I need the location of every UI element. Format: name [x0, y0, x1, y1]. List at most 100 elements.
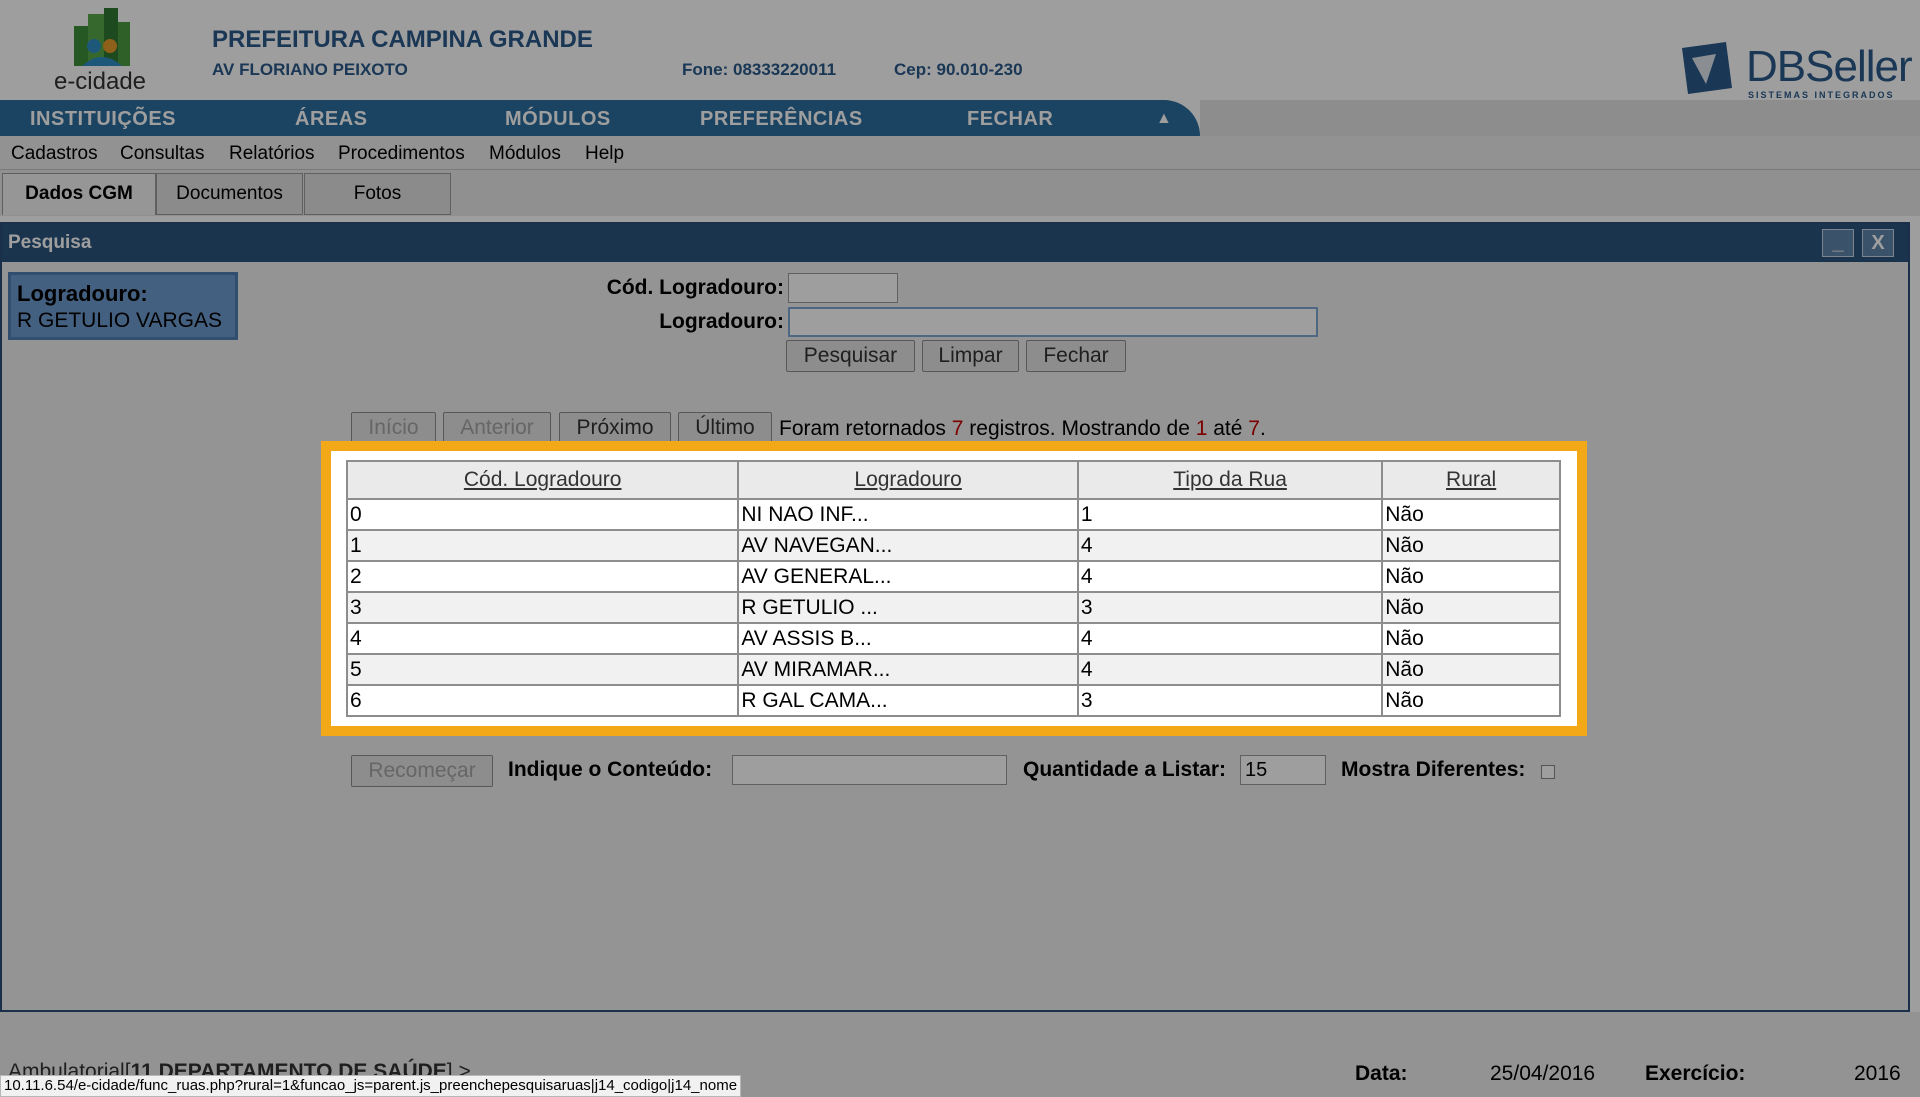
status-to: 7 — [1248, 417, 1260, 440]
column-header-cod-logradouro[interactable]: Cód. Logradouro — [345, 460, 740, 500]
quantidade-listar-label: Quantidade a Listar: — [1023, 758, 1227, 781]
menu-modulos[interactable]: Módulos — [489, 143, 561, 165]
organization-name: PREFEITURA CAMPINA GRANDE — [212, 26, 593, 53]
limpar-button[interactable]: Limpar — [922, 340, 1019, 372]
ultimo-button[interactable]: Último — [678, 412, 772, 444]
fechar-button[interactable]: Fechar — [1026, 340, 1126, 372]
main-nav: INSTITUIÇÕES ÁREAS MÓDULOS PREFERÊNCIAS … — [0, 100, 1200, 136]
tab-dados-cgm[interactable]: Dados CGM — [2, 173, 156, 215]
menu-help[interactable]: Help — [585, 143, 624, 165]
indique-conteudo-label: Indique o Conteúdo: — [508, 758, 713, 781]
logradouro-input[interactable] — [788, 307, 1318, 337]
exercicio-value: 2016 — [1854, 1062, 1901, 1085]
table-row[interactable]: 6 R GAL CAMA... 3 Não — [345, 684, 1561, 717]
menu-cadastros[interactable]: Cadastros — [11, 143, 98, 165]
cell-rural[interactable]: Não — [1381, 622, 1561, 655]
cell-cod[interactable]: 5 — [345, 653, 740, 686]
table-row[interactable]: 1 AV NAVEGAN... 4 Não — [345, 529, 1561, 562]
cell-tipo[interactable]: 3 — [1076, 684, 1384, 717]
menu-bar: Cadastros Consultas Relatórios Procedime… — [0, 136, 1920, 170]
quantidade-listar-input[interactable] — [1240, 755, 1326, 785]
exercicio-label: Exercício: — [1645, 1062, 1746, 1085]
cell-logradouro[interactable]: R GETULIO ... — [737, 591, 1079, 624]
cell-cod[interactable]: 2 — [345, 560, 740, 593]
ecidade-logo: e-cidade — [40, 8, 160, 95]
results-table: Cód. Logradouro Logradouro Tipo da Rua R… — [345, 460, 1561, 717]
recomecar-button[interactable]: Recomeçar — [351, 755, 493, 787]
window-title: Pesquisa — [8, 232, 92, 253]
anterior-button[interactable]: Anterior — [443, 412, 551, 444]
cell-rural[interactable]: Não — [1381, 684, 1561, 717]
pesquisar-button[interactable]: Pesquisar — [786, 340, 915, 372]
inicio-button[interactable]: Início — [351, 412, 436, 444]
cell-tipo[interactable]: 4 — [1076, 653, 1384, 686]
status-prefix: Foram retornados — [779, 417, 952, 440]
cell-logradouro[interactable]: AV MIRAMAR... — [737, 653, 1079, 686]
cell-tipo[interactable]: 4 — [1076, 529, 1384, 562]
organization-cep: Cep: 90.010-230 — [894, 60, 1023, 79]
selected-logradouro-value: R GETULIO VARGAS — [17, 309, 222, 332]
cell-logradouro[interactable]: AV ASSIS B... — [737, 622, 1079, 655]
status-ate: até — [1207, 417, 1249, 440]
app-header: e-cidade PREFEITURA CAMPINA GRANDE AV FL… — [0, 0, 1920, 100]
tab-fotos[interactable]: Fotos — [304, 173, 451, 215]
cell-logradouro[interactable]: AV NAVEGAN... — [737, 529, 1079, 562]
cell-cod[interactable]: 0 — [345, 498, 740, 531]
dbseller-mark-icon — [1682, 42, 1732, 94]
mostra-diferentes-label: Mostra Diferentes: — [1341, 758, 1526, 781]
menu-consultas[interactable]: Consultas — [120, 143, 205, 165]
close-icon[interactable]: X — [1862, 229, 1894, 257]
data-value: 25/04/2016 — [1490, 1062, 1596, 1085]
cell-logradouro[interactable]: AV GENERAL... — [737, 560, 1079, 593]
logradouro-label: Logradouro: — [659, 310, 784, 333]
table-row[interactable]: 0 NI NAO INF... 1 Não — [345, 498, 1561, 531]
table-row[interactable]: 3 R GETULIO ... 3 Não — [345, 591, 1561, 624]
cell-cod[interactable]: 4 — [345, 622, 740, 655]
nav-background — [1200, 100, 1920, 136]
window-title-bar: Pesquisa _ X — [2, 224, 1908, 262]
cell-rural[interactable]: Não — [1381, 560, 1561, 593]
column-header-rural[interactable]: Rural — [1381, 460, 1561, 500]
tab-documentos[interactable]: Documentos — [156, 173, 303, 215]
cell-tipo[interactable]: 3 — [1076, 591, 1384, 624]
cell-logradouro[interactable]: NI NAO INF... — [737, 498, 1079, 531]
cell-logradouro[interactable]: R GAL CAMA... — [737, 684, 1079, 717]
table-row[interactable]: 4 AV ASSIS B... 4 Não — [345, 622, 1561, 655]
indique-conteudo-input[interactable] — [732, 755, 1007, 785]
ecidade-logo-text: e-cidade — [53, 68, 147, 95]
organization-address: AV FLORIANO PEIXOTO — [212, 60, 408, 79]
status-end: . — [1259, 417, 1266, 440]
nav-instituicoes[interactable]: INSTITUIÇÕES — [30, 108, 176, 131]
minimize-icon[interactable]: _ — [1822, 229, 1854, 257]
cell-tipo[interactable]: 4 — [1076, 560, 1384, 593]
cell-rural[interactable]: Não — [1381, 498, 1561, 531]
cod-logradouro-input[interactable] — [788, 273, 898, 303]
nav-preferencias[interactable]: PREFERÊNCIAS — [700, 108, 863, 131]
menu-procedimentos[interactable]: Procedimentos — [338, 143, 465, 165]
nav-modulos[interactable]: MÓDULOS — [505, 108, 611, 131]
nav-areas[interactable]: ÁREAS — [295, 108, 368, 131]
cell-tipo[interactable]: 1 — [1076, 498, 1384, 531]
cell-cod[interactable]: 1 — [345, 529, 740, 562]
proximo-button[interactable]: Próximo — [559, 412, 671, 444]
tab-strip: Dados CGM Documentos Fotos — [0, 170, 1920, 216]
status-mid: registros. Mostrando de — [963, 417, 1196, 440]
cell-rural[interactable]: Não — [1381, 529, 1561, 562]
city-buildings-icon — [74, 8, 130, 66]
column-header-tipo-rua[interactable]: Tipo da Rua — [1076, 460, 1384, 500]
triangle-up-icon[interactable]: ▲ — [1156, 110, 1172, 128]
nav-fechar[interactable]: FECHAR — [967, 108, 1053, 131]
cell-cod[interactable]: 3 — [345, 591, 740, 624]
cod-logradouro-label: Cód. Logradouro: — [606, 276, 784, 299]
cell-cod[interactable]: 6 — [345, 684, 740, 717]
cell-rural[interactable]: Não — [1381, 653, 1561, 686]
cell-tipo[interactable]: 4 — [1076, 622, 1384, 655]
selected-logradouro: Logradouro: R GETULIO VARGAS — [8, 272, 238, 340]
column-header-logradouro[interactable]: Logradouro — [737, 460, 1079, 500]
mostra-diferentes-checkbox[interactable] — [1541, 765, 1555, 779]
cell-rural[interactable]: Não — [1381, 591, 1561, 624]
table-row[interactable]: 5 AV MIRAMAR... 4 Não — [345, 653, 1561, 686]
menu-relatorios[interactable]: Relatórios — [229, 143, 315, 165]
status-total: 7 — [951, 417, 964, 440]
table-row[interactable]: 2 AV GENERAL... 4 Não — [345, 560, 1561, 593]
